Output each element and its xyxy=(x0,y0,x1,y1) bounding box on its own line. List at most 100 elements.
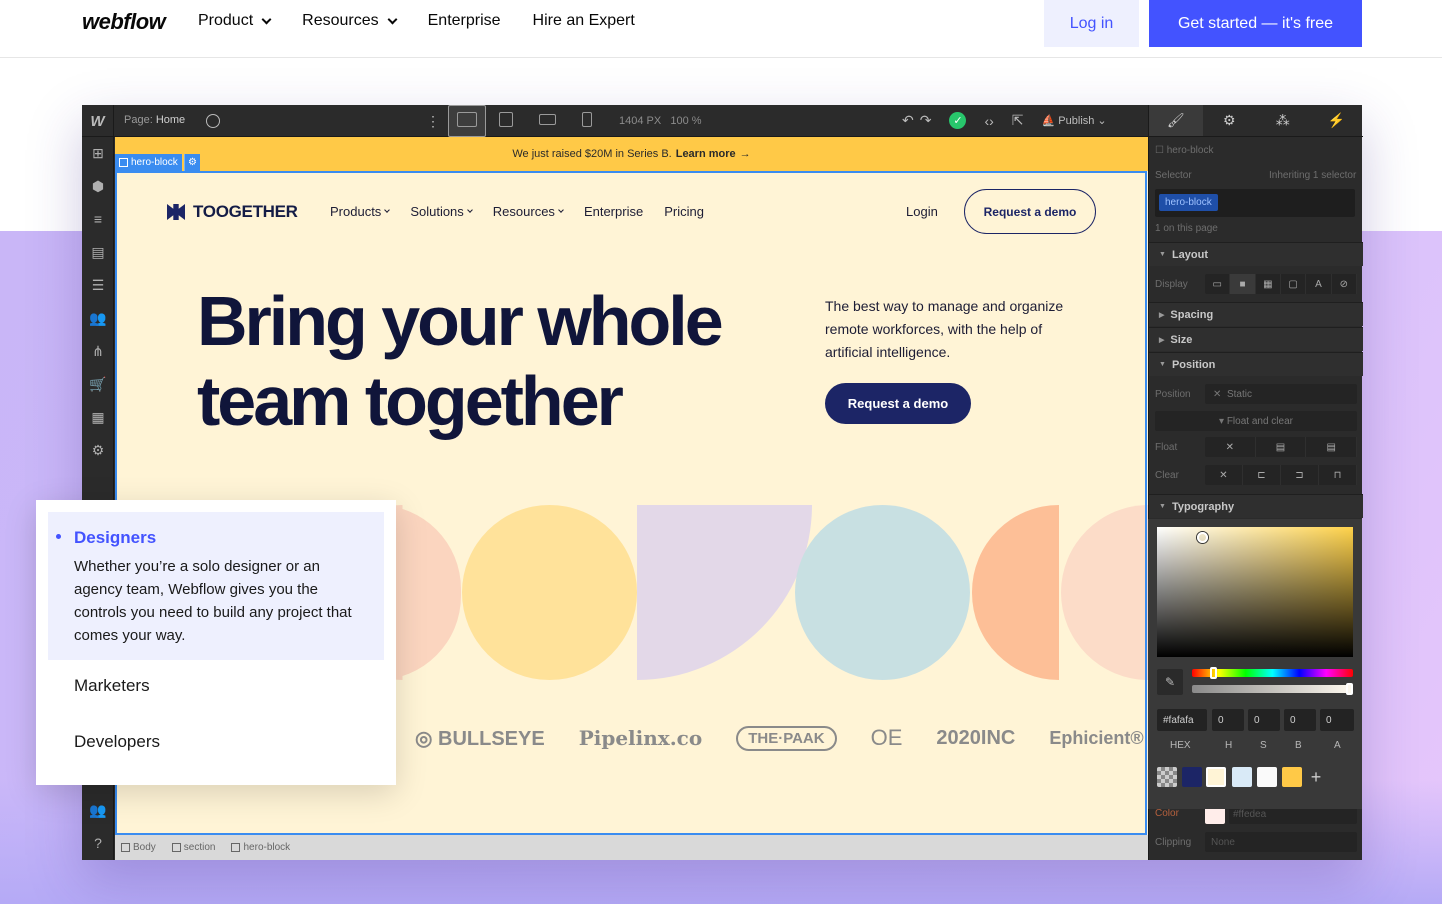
hex-input[interactable]: #fafafa xyxy=(1157,709,1207,731)
display-grid-icon[interactable]: ▦ xyxy=(1256,274,1281,294)
clear-right-icon[interactable]: ⊐ xyxy=(1281,465,1319,485)
webflow-logo[interactable]: webflow xyxy=(82,9,166,35)
display-inline-block-icon[interactable]: ▢ xyxy=(1281,274,1307,294)
navigator-icon[interactable]: ≡ xyxy=(90,211,106,227)
breadcrumb-section[interactable]: section xyxy=(171,842,215,853)
site-request-demo-outline-button[interactable]: Request a demo xyxy=(964,189,1096,234)
float-right-icon[interactable]: ▤ xyxy=(1306,437,1358,457)
pages-icon[interactable]: ▤ xyxy=(90,244,106,260)
page-selector[interactable]: Page: Home xyxy=(124,114,185,126)
add-swatch-plus-icon[interactable]: + xyxy=(1306,767,1326,787)
swatch-white[interactable] xyxy=(1257,767,1277,787)
brightness-input[interactable]: 0 xyxy=(1284,709,1316,731)
site-brand[interactable]: TOOGETHER xyxy=(167,202,298,222)
undo-icon[interactable]: ↶ xyxy=(902,112,914,129)
display-block-icon[interactable]: ▭ xyxy=(1205,274,1231,294)
float-left-icon[interactable]: ▤ xyxy=(1256,437,1307,457)
webflow-w-icon[interactable]: W xyxy=(82,105,114,137)
code-icon[interactable]: ‹› xyxy=(984,113,993,129)
hue-slider-handle[interactable] xyxy=(1210,667,1217,679)
export-icon[interactable]: ⇱ xyxy=(1012,112,1024,129)
preview-eye-icon[interactable] xyxy=(206,114,220,128)
section-position[interactable]: ▼ Position xyxy=(1149,352,1363,376)
float-segmented-control[interactable]: ✕ ▤ ▤ xyxy=(1205,437,1358,457)
clipping-select[interactable]: None xyxy=(1205,832,1357,852)
hero-request-demo-button[interactable]: Request a demo xyxy=(825,383,971,424)
style-manager-drops-icon[interactable]: ⁂ xyxy=(1256,105,1310,136)
interactions-bolt-icon[interactable]: ⚡ xyxy=(1310,105,1364,136)
login-button[interactable]: Log in xyxy=(1044,0,1139,47)
selection-settings-gear-icon[interactable]: ⚙ xyxy=(184,154,200,171)
float-none-icon[interactable]: ✕ xyxy=(1205,437,1256,457)
banner-learn-more-link[interactable]: Learn more xyxy=(676,148,736,160)
breadcrumb-body[interactable]: Body xyxy=(121,842,156,853)
site-nav-solutions[interactable]: Solutions xyxy=(410,204,473,219)
clear-segmented-control[interactable]: ✕ ⊏ ⊐ ⊓ xyxy=(1205,465,1357,485)
hue-input[interactable]: 0 xyxy=(1212,709,1244,731)
eyedropper-icon[interactable]: ✎ xyxy=(1157,669,1183,695)
nav-hire-expert[interactable]: Hire an Expert xyxy=(533,12,635,30)
display-inline-icon[interactable]: A xyxy=(1306,274,1332,294)
mobile-portrait-icon[interactable] xyxy=(582,112,592,127)
audience-marketers[interactable]: Marketers xyxy=(74,676,150,696)
site-nav-resources[interactable]: Resources xyxy=(493,204,564,219)
position-select[interactable]: ✕ Static xyxy=(1205,384,1357,404)
nav-product-label: Product xyxy=(198,12,254,29)
section-spacing[interactable]: ▶ Spacing xyxy=(1149,302,1363,326)
display-none-icon[interactable]: ⊘ xyxy=(1332,274,1357,294)
logic-flow-icon[interactable]: ⋔ xyxy=(90,343,106,359)
nav-product[interactable]: Product xyxy=(198,12,272,30)
site-nav-pricing[interactable]: Pricing xyxy=(664,204,704,219)
redo-icon[interactable]: ↷ xyxy=(920,112,932,129)
more-dots-icon[interactable]: ⋮ xyxy=(426,113,440,130)
display-segmented-control[interactable]: ▭ ■ ▦ ▢ A ⊘ xyxy=(1205,274,1357,294)
users-icon[interactable]: 👥 xyxy=(89,310,106,326)
swatch-cream-selected[interactable] xyxy=(1206,767,1226,787)
site-nav-enterprise[interactable]: Enterprise xyxy=(584,204,643,219)
audience-developers[interactable]: Developers xyxy=(74,732,160,752)
get-started-button[interactable]: Get started — it's free xyxy=(1149,0,1362,47)
section-size[interactable]: ▶ Size xyxy=(1149,327,1363,351)
symbols-cube-icon[interactable]: ⬢ xyxy=(90,178,106,194)
float-and-clear-toggle[interactable]: ▾ Float and clear xyxy=(1155,411,1357,431)
swatch-light-blue[interactable] xyxy=(1232,767,1252,787)
cms-database-icon[interactable]: ☰ xyxy=(90,277,106,293)
swatch-yellow[interactable] xyxy=(1282,767,1302,787)
help-question-icon[interactable]: ? xyxy=(90,835,106,851)
nav-enterprise[interactable]: Enterprise xyxy=(428,12,501,30)
add-panel-icon[interactable]: ⊞ xyxy=(90,145,106,161)
nav-resources[interactable]: Resources xyxy=(302,12,398,30)
style-brush-icon[interactable]: 🖌 xyxy=(1149,105,1203,136)
alpha-slider-handle[interactable] xyxy=(1346,683,1353,695)
selector-input[interactable]: hero-block xyxy=(1155,189,1355,217)
site-nav-products[interactable]: Products xyxy=(330,204,391,219)
alpha-slider[interactable] xyxy=(1192,683,1353,695)
desktop-device-icon[interactable] xyxy=(457,112,477,127)
clear-none-icon[interactable]: ✕ xyxy=(1205,465,1243,485)
display-flex-icon[interactable]: ■ xyxy=(1230,274,1256,294)
selection-tag[interactable]: hero-block xyxy=(115,154,182,171)
swatch-transparent[interactable] xyxy=(1157,767,1177,787)
mobile-landscape-icon[interactable] xyxy=(539,114,556,125)
color-picker-knob[interactable] xyxy=(1197,532,1208,543)
clear-left-icon[interactable]: ⊏ xyxy=(1243,465,1281,485)
breadcrumb-hero-block[interactable]: hero-block xyxy=(231,842,290,853)
clear-both-icon[interactable]: ⊓ xyxy=(1319,465,1357,485)
settings-gear-icon[interactable]: ⚙ xyxy=(1203,105,1257,136)
assets-image-icon[interactable]: ▦ xyxy=(90,409,106,425)
tablet-device-icon[interactable] xyxy=(499,112,513,127)
saturation-input[interactable]: 0 xyxy=(1248,709,1280,731)
swatch-navy[interactable] xyxy=(1182,767,1202,787)
ecommerce-cart-icon[interactable]: 🛒 xyxy=(89,376,106,392)
hue-slider[interactable] xyxy=(1192,667,1353,679)
settings-gear-icon[interactable]: ⚙ xyxy=(90,442,106,458)
audience-designers-title[interactable]: Designers xyxy=(74,528,156,548)
alpha-input[interactable]: 0 xyxy=(1320,709,1354,731)
publish-button[interactable]: ⛵ Publish ⌄ xyxy=(1042,114,1107,127)
site-login-link[interactable]: Login xyxy=(906,204,938,219)
collaborators-icon[interactable]: 👥 xyxy=(89,802,106,818)
section-typography[interactable]: ▼ Typography xyxy=(1149,494,1363,518)
section-layout[interactable]: ▼ Layout xyxy=(1149,242,1363,266)
selector-chip[interactable]: hero-block xyxy=(1159,194,1218,211)
saturation-brightness-area[interactable] xyxy=(1157,527,1353,657)
